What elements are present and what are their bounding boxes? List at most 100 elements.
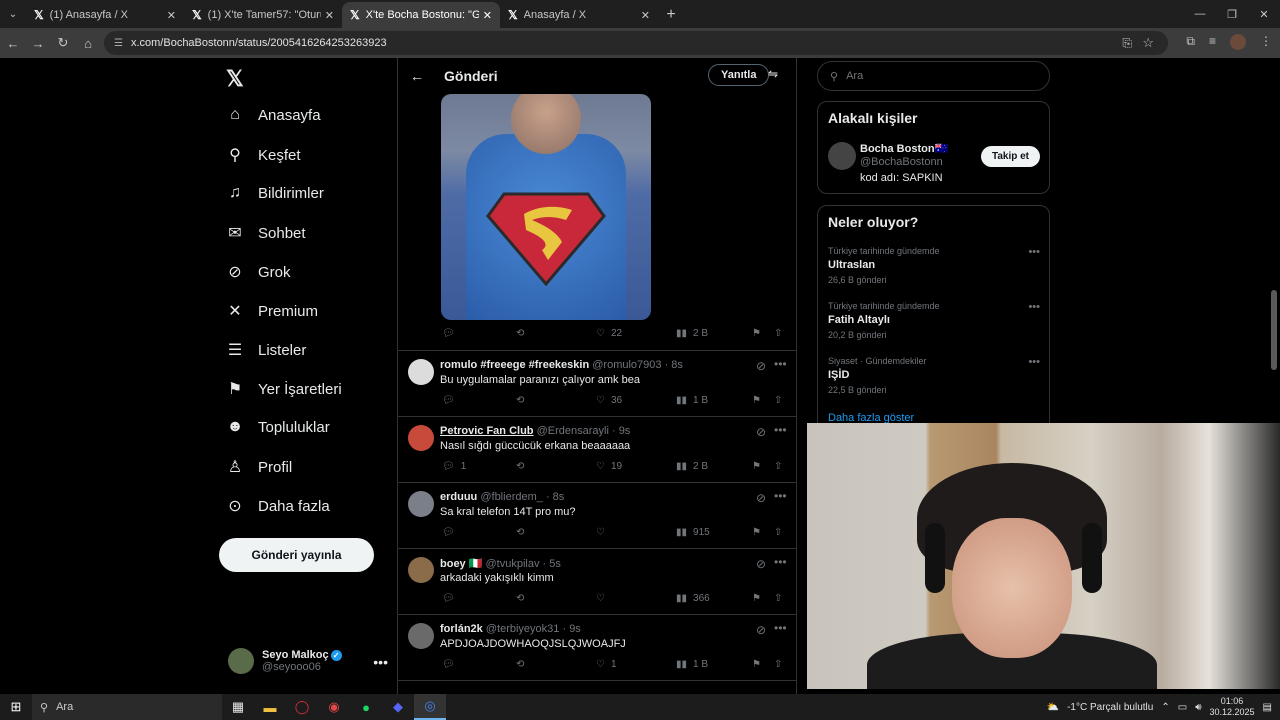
repost-icon[interactable]: ⟲	[516, 395, 524, 406]
more-dots-icon[interactable]: •••	[774, 489, 787, 503]
account-switcher[interactable]: Seyo Malkoç ✓ @seyooo06 •••	[228, 648, 388, 674]
reply-icon[interactable]: 💬︎	[442, 659, 455, 670]
reply-icon[interactable]: 💬︎	[442, 328, 461, 339]
chrome-icon[interactable]: ◎	[414, 694, 446, 720]
tab-search-icon[interactable]: ⌄	[0, 0, 26, 28]
repost-icon[interactable]: ⟲	[516, 593, 524, 604]
nav-item-premium[interactable]: ✕ Premium	[226, 301, 318, 321]
trend-item[interactable]: Siyaset · Gündemdekiler IŞİD 22,5 B gönd…	[828, 356, 1040, 395]
restore-icon[interactable]: ❐	[1216, 0, 1248, 28]
tweet-author[interactable]: romulo #freeege #freekeskin	[440, 359, 589, 371]
opera-icon[interactable]: ◯	[286, 694, 318, 720]
x-logo-icon[interactable]: 𝕏	[226, 66, 244, 92]
filter-icon[interactable]: ⇋	[768, 67, 778, 81]
bookmark-icon[interactable]: ⚑	[752, 461, 761, 472]
bookmark-icon[interactable]: ⚑	[752, 395, 761, 406]
views-icon[interactable]: ▮▮ 2 B	[676, 461, 708, 472]
post-button[interactable]: Gönderi yayınla	[219, 538, 374, 572]
url-field[interactable]: ☰ x.com/BochaBostonn/status/200541626425…	[104, 31, 1168, 55]
like-icon[interactable]: ♡ 1	[596, 659, 617, 670]
share-icon[interactable]: ⇧	[774, 527, 782, 538]
forward-icon[interactable]: →	[26, 36, 50, 51]
like-icon[interactable]: ♡ 22	[596, 328, 622, 339]
trend-item[interactable]: Türkiye tarihinde gündemde Ultraslan 26,…	[828, 246, 1040, 285]
file-explorer-icon[interactable]: ▬	[254, 694, 286, 720]
minimize-icon[interactable]: —	[1184, 0, 1216, 28]
share-icon[interactable]: ⇧	[774, 593, 782, 604]
back-arrow-icon[interactable]: ←	[410, 68, 424, 84]
trend-item[interactable]: Türkiye tarihinde gündemde Fatih Altaylı…	[828, 301, 1040, 340]
views-icon[interactable]: ▮▮ 1 B	[676, 659, 708, 670]
views-icon[interactable]: ▮▮ 2 B	[676, 328, 708, 339]
post-video[interactable]	[441, 94, 651, 320]
like-icon[interactable]: ♡ 36	[596, 395, 622, 406]
tweet-author[interactable]: Petrovic Fan Club	[440, 425, 534, 437]
close-tab-icon[interactable]: ✕	[167, 9, 176, 22]
nav-item-profile[interactable]: ♙ Profil	[226, 457, 292, 477]
reply-tweet[interactable]: romulo #freeege #freekeskin @romulo7903 …	[398, 350, 796, 416]
share-icon[interactable]: ⇧	[774, 328, 782, 339]
share-icon[interactable]: ⇧	[774, 659, 782, 670]
grok-icon[interactable]: ⊘	[756, 359, 766, 373]
nav-item-bookmarks[interactable]: ⚑ Yer İşaretleri	[226, 379, 342, 399]
repost-icon[interactable]: ⟲	[516, 461, 524, 472]
media-icon[interactable]: ≡	[1209, 34, 1216, 50]
bookmark-icon[interactable]: ⚑	[752, 659, 761, 670]
nav-item-explore[interactable]: ⚲ Keşfet	[226, 145, 300, 165]
nav-item-home[interactable]: ⌂ Anasayfa	[226, 106, 320, 124]
network-icon[interactable]: ▭	[1178, 702, 1187, 713]
share-icon[interactable]: ⇧	[774, 461, 782, 472]
weather-icon[interactable]: ⛅	[1047, 702, 1059, 713]
reply-tweet-partial[interactable]	[398, 680, 796, 694]
scrollbar-thumb[interactable]	[1271, 290, 1277, 370]
clock[interactable]: 01:06 30.12.2025	[1210, 696, 1255, 718]
bookmark-icon[interactable]: ⚑	[752, 527, 761, 538]
search-box[interactable]: ⚲	[817, 61, 1050, 91]
search-input[interactable]	[846, 70, 1027, 82]
tweet-author[interactable]: erduuu	[440, 491, 477, 503]
weather-text[interactable]: -1°C Parçalı bulutlu	[1067, 702, 1153, 713]
more-dots-icon[interactable]: •••	[373, 654, 388, 670]
browser-tab-4[interactable]: 𝕏 Anasayfa / X ✕	[500, 2, 658, 28]
repost-icon[interactable]: ⟲	[516, 659, 524, 670]
reply-button[interactable]: Yanıtla	[708, 64, 770, 86]
task-view-icon[interactable]: ▦	[222, 694, 254, 720]
install-app-icon[interactable]: ⎘	[1122, 36, 1132, 51]
home-browser-icon[interactable]: ⌂	[76, 36, 100, 51]
browser-tab-1[interactable]: 𝕏 (1) Anasayfa / X ✕	[26, 2, 184, 28]
close-tab-icon[interactable]: ✕	[641, 9, 650, 22]
bookmark-icon[interactable]: ⚑	[752, 593, 761, 604]
more-dots-icon[interactable]: •••	[1028, 246, 1040, 258]
grok-icon[interactable]: ⊘	[756, 557, 766, 571]
follow-button[interactable]: Takip et	[981, 146, 1040, 167]
browser-tab-2[interactable]: 𝕏 (1) X'te Tamer57: "Oturup yarın ✕	[184, 2, 342, 28]
reply-icon[interactable]: 💬︎ 1	[442, 461, 466, 472]
more-dots-icon[interactable]: •••	[774, 423, 787, 437]
spotify-icon[interactable]: ●	[350, 694, 382, 720]
close-tab-icon[interactable]: ✕	[325, 9, 334, 22]
more-dots-icon[interactable]: •••	[1028, 356, 1040, 368]
nav-item-communities[interactable]: ☻ Topluluklar	[226, 418, 330, 436]
nav-item-notifications[interactable]: ♫ Bildirimler	[226, 184, 324, 202]
more-dots-icon[interactable]: •••	[1028, 301, 1040, 313]
nav-item-messages[interactable]: ✉ Sohbet	[226, 223, 305, 243]
star-icon[interactable]: ☆	[1142, 35, 1154, 51]
site-info-icon[interactable]: ☰	[114, 38, 123, 49]
reply-tweet[interactable]: erduuu @fblierdem_ · 8s Sa kral telefon …	[398, 482, 796, 548]
like-icon[interactable]: ♡ 19	[596, 461, 622, 472]
bookmark-icon[interactable]: ⚑	[752, 328, 761, 339]
back-icon[interactable]: ←	[1, 36, 25, 51]
views-icon[interactable]: ▮▮ 915	[676, 527, 710, 538]
volume-icon[interactable]: 🔊︎	[1195, 702, 1201, 713]
person-name[interactable]: Bocha Boston🇦🇺	[860, 142, 948, 155]
views-icon[interactable]: ▮▮ 1 B	[676, 395, 708, 406]
profile-avatar[interactable]	[1230, 34, 1246, 50]
reply-tweet[interactable]: forlán2k @terbiyeyok31 · 9s APDJOAJDOWHA…	[398, 614, 796, 680]
grok-icon[interactable]: ⊘	[756, 491, 766, 505]
tweet-author[interactable]: boey 🇮🇹	[440, 558, 482, 570]
nav-item-lists[interactable]: ☰ Listeler	[226, 340, 307, 360]
extensions-icon[interactable]: ⧉	[1186, 34, 1195, 50]
tweet-author[interactable]: forlán2k	[440, 623, 483, 635]
tray-arrow-icon[interactable]: ⌃	[1161, 702, 1169, 713]
menu-icon[interactable]: ⋮	[1260, 34, 1272, 50]
